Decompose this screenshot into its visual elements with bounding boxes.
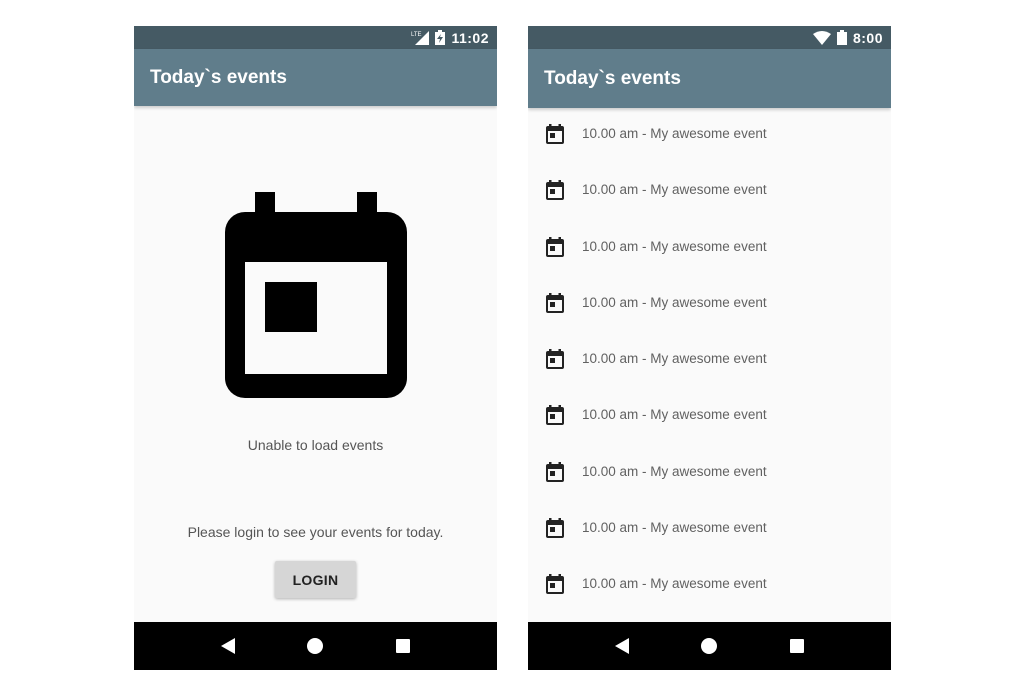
phone-screen-events: 8:00 Today`s events 10.00 am - My awesom… <box>528 26 891 670</box>
event-label: 10.00 am - My awesome event <box>582 238 767 254</box>
lte-label: LTE <box>411 32 422 38</box>
app-bar: Today`s events <box>528 49 891 108</box>
login-button[interactable]: LOGIN <box>275 561 356 598</box>
phone-screen-login: LTE 11:02 Today`s events Unable to load … <box>134 26 497 670</box>
status-time: 11:02 <box>451 29 489 46</box>
recents-icon[interactable] <box>787 636 807 656</box>
list-item[interactable]: 10.00 am - My awesome event <box>528 180 891 236</box>
list-item[interactable]: 10.00 am - My awesome event <box>528 292 891 349</box>
back-icon[interactable] <box>218 636 238 656</box>
list-item[interactable]: 10.00 am - My awesome event <box>528 405 891 461</box>
status-bar: 8:00 <box>528 26 891 49</box>
event-label: 10.00 am - My awesome event <box>582 463 767 479</box>
navigation-bar <box>528 622 891 670</box>
list-item[interactable]: 10.00 am - My awesome event <box>528 461 891 518</box>
event-label: 10.00 am - My awesome event <box>582 407 767 423</box>
home-icon[interactable] <box>305 636 325 656</box>
event-label: 10.00 am - My awesome event <box>582 294 767 310</box>
wifi-icon <box>812 30 831 45</box>
calendar-icon <box>546 349 564 370</box>
empty-message: Unable to load events <box>247 437 384 453</box>
event-label: 10.00 am - My awesome event <box>582 576 767 592</box>
recents-icon[interactable] <box>393 636 413 656</box>
app-bar: Today`s events <box>134 49 497 106</box>
calendar-icon <box>546 180 564 201</box>
event-label: 10.00 am - My awesome event <box>582 182 767 198</box>
event-label: 10.00 am - My awesome event <box>582 126 767 141</box>
calendar-icon <box>546 292 564 313</box>
event-label: 10.00 am - My awesome event <box>582 520 767 536</box>
list-item[interactable]: 10.00 am - My awesome event <box>528 124 891 180</box>
calendar-icon <box>546 574 564 595</box>
calendar-icon <box>546 405 564 426</box>
back-icon[interactable] <box>612 636 632 656</box>
calendar-icon <box>546 124 564 144</box>
status-bar: LTE 11:02 <box>134 26 497 49</box>
battery-icon <box>836 30 847 45</box>
lte-signal-icon: LTE <box>411 30 430 45</box>
calendar-icon <box>546 236 564 257</box>
status-time: 8:00 <box>852 29 883 46</box>
list-item[interactable]: 10.00 am - My awesome event <box>528 518 891 574</box>
calendar-icon <box>546 518 564 539</box>
calendar-icon <box>225 192 407 398</box>
calendar-icon <box>546 461 564 482</box>
event-list: 10.00 am - My awesome event 10.00 am - M… <box>528 108 891 631</box>
list-item[interactable]: 10.00 am - My awesome event <box>528 236 891 293</box>
battery-charging-icon <box>435 30 446 45</box>
events-list-container: 10.00 am - My awesome event 10.00 am - M… <box>528 108 891 624</box>
list-item[interactable]: 10.00 am - My awesome event <box>528 349 891 405</box>
navigation-bar <box>134 622 497 670</box>
empty-state: Unable to load events Please login to se… <box>134 106 497 624</box>
page-title: Today`s events <box>150 66 287 88</box>
event-label: 10.00 am - My awesome event <box>582 351 767 367</box>
login-message: Please login to see your events for toda… <box>187 524 444 540</box>
page-title: Today`s events <box>544 67 681 89</box>
home-icon[interactable] <box>699 636 719 656</box>
